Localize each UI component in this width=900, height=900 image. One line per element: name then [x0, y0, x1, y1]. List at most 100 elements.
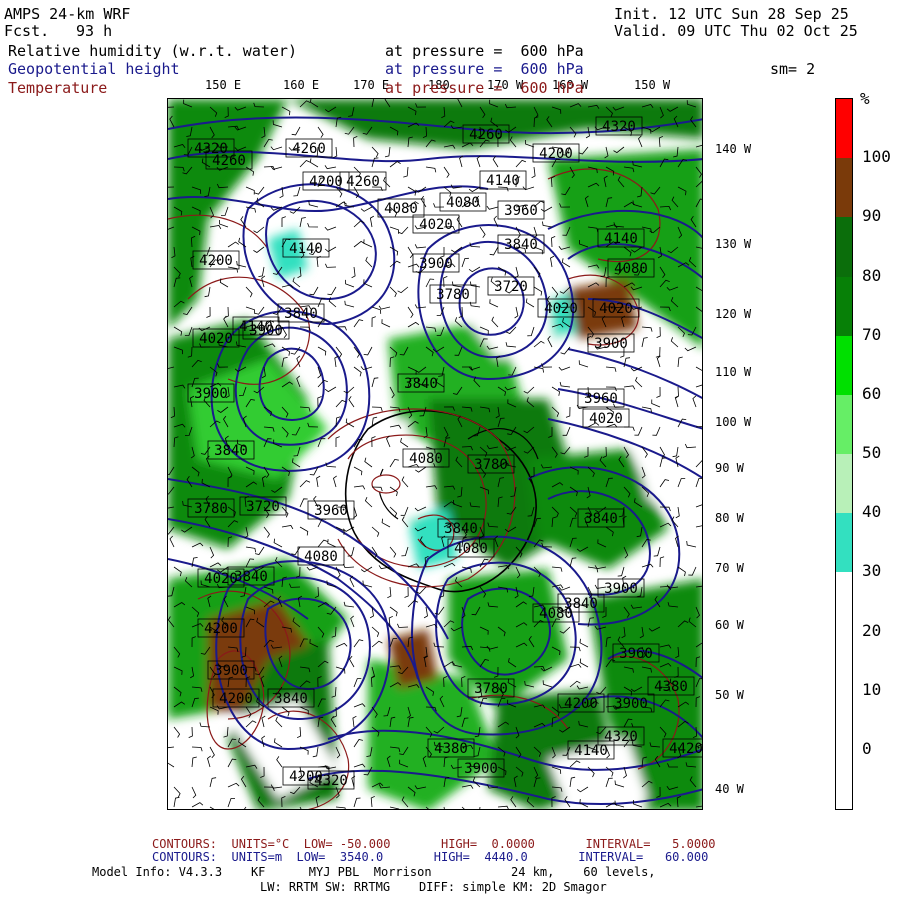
height-label-text: 3900	[594, 336, 628, 352]
height-label: 3840	[577, 508, 625, 528]
right-longitude-label: 40 W	[715, 782, 744, 796]
colorbar-segment	[836, 276, 852, 337]
height-label-text: 3720	[246, 499, 280, 515]
right-longitude-label: 50 W	[715, 688, 744, 702]
height-label-text: 3840	[504, 237, 538, 253]
height-label: 4260	[462, 124, 510, 144]
height-label-text: 3780	[474, 457, 508, 473]
colorbar-tick-label: 90	[862, 206, 882, 226]
height-label: 4020	[582, 408, 630, 428]
height-label: 4080	[297, 546, 345, 566]
height-label: 4200	[197, 618, 245, 638]
height-label: 4140	[282, 238, 330, 258]
height-label-text: 4020	[544, 301, 578, 317]
height-label-text: 3900	[464, 761, 498, 777]
colorbar-tick-label: 50	[862, 443, 882, 462]
right-longitude-label: 70 W	[715, 561, 744, 575]
height-label-text: 4380	[434, 741, 468, 757]
height-label-text: 3780	[436, 287, 470, 303]
height-label-text: 4020	[599, 301, 633, 317]
height-label-text: 4320	[194, 141, 228, 157]
valid-time: Valid. 09 UTC Thu 02 Oct 25	[614, 22, 858, 40]
height-label-text: 4080	[446, 195, 480, 211]
top-longitude-label: 150 W	[634, 78, 671, 92]
height-label: 4140	[597, 228, 645, 248]
height-label: 4320	[597, 726, 645, 746]
height-label: 4140	[232, 316, 280, 336]
colorbar-tick-label: 60	[862, 383, 882, 403]
height-label-text: 4140	[604, 231, 638, 247]
colorbar-tick-label: 100	[862, 147, 891, 167]
field-level-height: at pressure = 600 hPa	[385, 60, 584, 78]
height-label-text: 4020	[589, 411, 623, 427]
height-label: 4080	[447, 538, 495, 558]
height-label-text: 4080	[304, 549, 338, 565]
height-label-text: 4080	[539, 606, 573, 622]
height-label-text: 4140	[486, 173, 520, 189]
height-label: 4020	[537, 298, 585, 318]
height-label-text: 4200	[539, 146, 573, 162]
height-label-text: 3840	[404, 376, 438, 392]
colorbar-tick-label: 40	[862, 502, 882, 522]
right-longitude-label: 120 W	[715, 307, 752, 321]
init-time: Init. 12 UTC Sun 28 Sep 25	[614, 5, 849, 23]
colorbar-segment	[836, 335, 852, 396]
colorbar-tick-label: 70	[862, 324, 882, 344]
right-longitude-label: 80 W	[715, 511, 744, 525]
colorbar-unit: %	[860, 89, 870, 108]
forecast-label: Fcst.	[4, 22, 50, 40]
right-longitude-label: 140 W	[715, 142, 752, 156]
map-plot: 4320426042604260 42004260 4140420040804080…	[168, 99, 702, 809]
colorbar-tick-label: 30	[862, 561, 882, 581]
colorbar-segment	[836, 749, 852, 810]
height-label: 4200	[212, 688, 260, 708]
colorbar-segment	[836, 690, 852, 751]
height-label: 3780	[467, 678, 515, 698]
height-label-text: 4260	[292, 141, 326, 157]
colorbar-tick-label: 20	[862, 620, 882, 640]
height-label: 3900	[587, 333, 635, 353]
height-label: 3780	[187, 498, 235, 518]
humidity-colorbar	[835, 98, 853, 810]
height-label: 4140	[479, 170, 527, 190]
height-label-text: 4200	[204, 621, 238, 637]
height-label-text: 3840	[584, 511, 618, 527]
height-label: 3900	[412, 253, 460, 273]
height-label: 4020	[592, 298, 640, 318]
height-label: 3840	[397, 373, 445, 393]
height-label-text: 4260	[469, 127, 503, 143]
height-label-text: 3840	[444, 521, 478, 537]
height-label-text: 4320	[604, 729, 638, 745]
colorbar-segment	[836, 572, 852, 632]
colorbar-tick-label: 80	[862, 265, 882, 285]
height-label: 4200	[302, 171, 350, 191]
height-label: 4320	[187, 138, 235, 158]
height-label: 4080	[532, 603, 580, 623]
top-longitude-label: 170 E	[353, 78, 390, 92]
height-label-text: 3900	[604, 581, 638, 597]
colorbar-segment	[836, 158, 852, 218]
height-label-text: 3840	[274, 691, 308, 707]
height-label-text: 4260	[346, 174, 380, 190]
colorbar-segment	[836, 454, 852, 514]
height-label: 3960	[612, 643, 660, 663]
height-label: 3960	[307, 500, 355, 520]
height-label: 3840	[267, 688, 315, 708]
height-contour-info: CONTOURS: UNITS=m LOW= 3540.0 HIGH= 4440…	[152, 850, 709, 864]
map-panel: 4320 4260 4260 4260 4200 4260 4140 4200 4080 4080…	[167, 98, 703, 810]
height-label-text: 3900	[419, 256, 453, 272]
right-longitude-label: 60 W	[715, 618, 744, 632]
height-label-text: 3960	[584, 391, 618, 407]
height-label: 3960	[497, 200, 545, 220]
right-longitude-label: 100 W	[715, 415, 752, 429]
height-label-text: 4080	[409, 451, 443, 467]
height-label: 4080	[607, 258, 655, 278]
height-label: 4080	[377, 198, 425, 218]
height-label-text: 4200	[564, 696, 598, 712]
height-label-text: 3840	[284, 306, 318, 322]
field-name-rh: Relative humidity (w.r.t. water)	[8, 42, 297, 60]
height-label: 4260	[285, 138, 333, 158]
height-label: 4020	[192, 328, 240, 348]
height-label-text: 4140	[289, 241, 323, 257]
height-label: 4200	[532, 143, 580, 163]
